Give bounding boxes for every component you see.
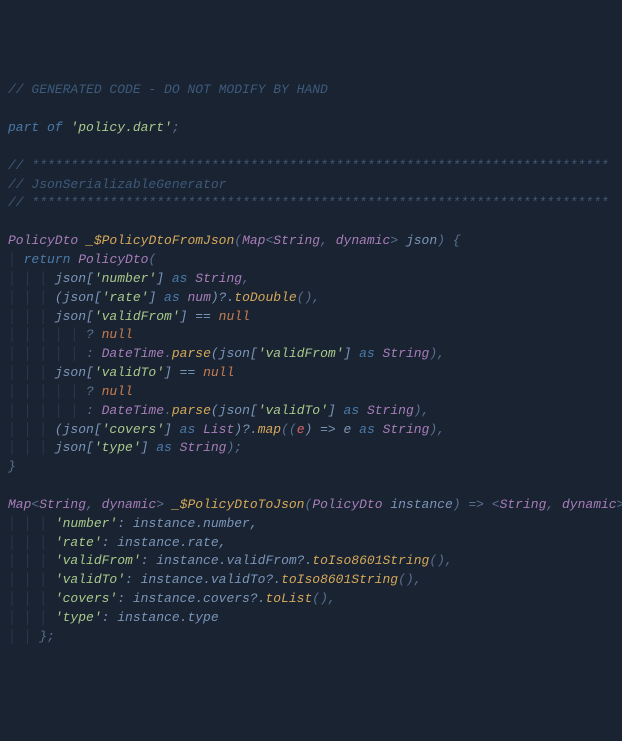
code-line: PolicyDto _$PolicyDtoFromJson(Map<String… bbox=[8, 233, 461, 248]
code-line: │ │ │ │ │ ? null bbox=[8, 327, 133, 342]
code-line: │ │ │ json['number'] as String, bbox=[8, 271, 250, 286]
code-line: │ │ │ (json['rate'] as num)?.toDouble(), bbox=[8, 290, 320, 305]
code-line: │ │ │ 'validTo': instance.validTo?.toIso… bbox=[8, 572, 422, 587]
code-line: │ │ │ (json['covers'] as List)?.map((e) … bbox=[8, 422, 445, 437]
code-editor[interactable]: // GENERATED CODE - DO NOT MODIFY BY HAN… bbox=[8, 81, 614, 646]
code-line: // JsonSerializableGenerator bbox=[8, 177, 226, 192]
code-line: │ │ │ json['validFrom'] == null bbox=[8, 309, 250, 324]
code-line: │ │ │ 'rate': instance.rate, bbox=[8, 535, 226, 550]
code-line: part of 'policy.dart'; bbox=[8, 120, 180, 135]
code-line: │ │ │ 'number': instance.number, bbox=[8, 516, 258, 531]
code-line: │ │ │ │ │ : DateTime.parse(json['validFr… bbox=[8, 346, 445, 361]
code-line: │ │ │ json['validTo'] == null bbox=[8, 365, 234, 380]
code-line: // GENERATED CODE - DO NOT MODIFY BY HAN… bbox=[8, 82, 328, 97]
code-line: │ return PolicyDto( bbox=[8, 252, 156, 267]
code-line: // *************************************… bbox=[8, 195, 609, 210]
code-line: // *************************************… bbox=[8, 158, 609, 173]
code-line: Map<String, dynamic> _$PolicyDtoToJson(P… bbox=[8, 497, 622, 512]
code-line: │ │ │ │ │ : DateTime.parse(json['validTo… bbox=[8, 403, 429, 418]
code-line: } bbox=[8, 459, 16, 474]
code-line: │ │ │ json['type'] as String); bbox=[8, 440, 242, 455]
code-line: │ │ │ 'validFrom': instance.validFrom?.t… bbox=[8, 553, 453, 568]
code-line: │ │ │ 'type': instance.type bbox=[8, 610, 219, 625]
code-line: │ │ │ 'covers': instance.covers?.toList(… bbox=[8, 591, 336, 606]
code-line: │ │ }; bbox=[8, 629, 55, 644]
code-line: │ │ │ │ │ ? null bbox=[8, 384, 133, 399]
